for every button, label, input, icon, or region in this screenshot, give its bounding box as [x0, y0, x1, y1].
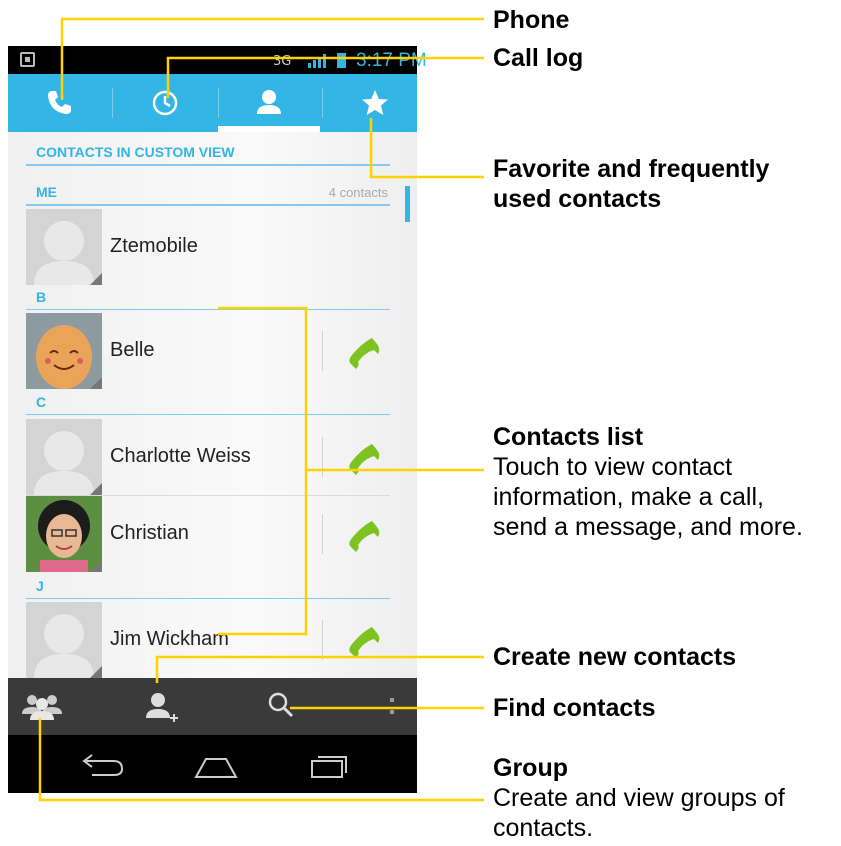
callout-create: Create new contacts — [493, 643, 737, 671]
callout-call-log: Call log — [493, 44, 584, 72]
callout-phone: Phone — [493, 6, 570, 34]
callout-favorites: Favorite and frequently used contacts — [493, 155, 770, 213]
callout-find: Find contacts — [493, 694, 656, 722]
callout-group: Group Create and view groups of contacts… — [493, 754, 785, 842]
callout-contacts-list: Contacts list Touch to view contact info… — [493, 423, 803, 541]
